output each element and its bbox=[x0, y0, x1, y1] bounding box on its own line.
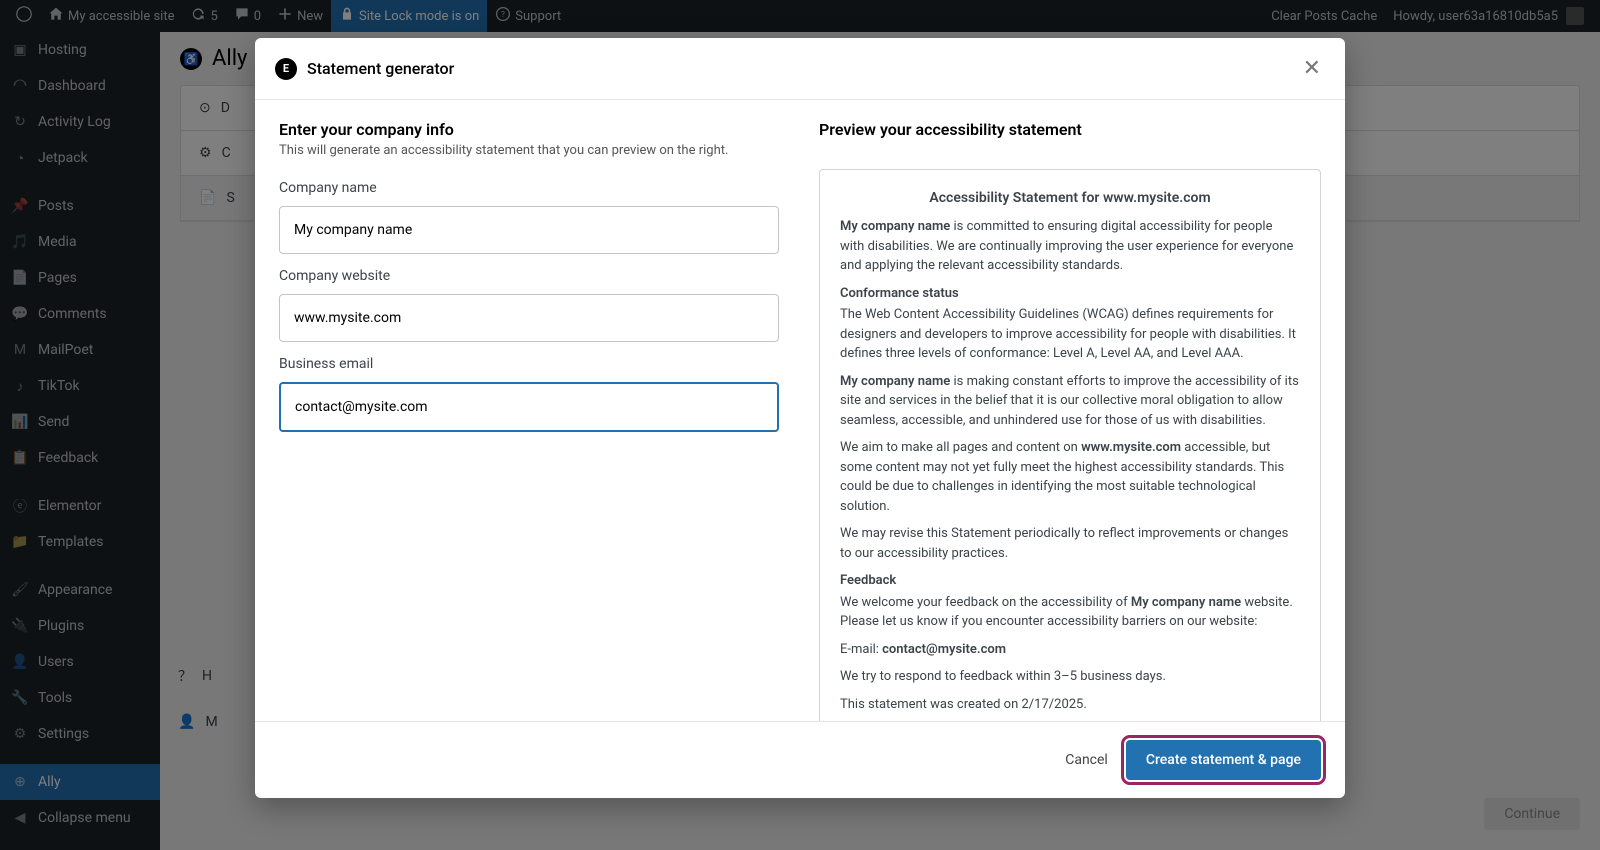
company-name-group: Company name bbox=[279, 180, 779, 254]
feedback-heading: Feedback bbox=[840, 571, 1300, 591]
close-button[interactable]: ✕ bbox=[1299, 52, 1325, 85]
modal-title: Statement generator bbox=[307, 59, 1289, 78]
preview-p4: We aim to make all pages and content on … bbox=[840, 438, 1300, 516]
form-subtitle: This will generate an accessibility stat… bbox=[279, 143, 779, 158]
conformance-heading: Conformance status bbox=[840, 284, 1300, 304]
preview-p7: We try to respond to feedback within 3–5… bbox=[840, 667, 1300, 687]
statement-generator-modal: E Statement generator ✕ Enter your compa… bbox=[255, 38, 1345, 798]
preview-title: Accessibility Statement for www.mysite.c… bbox=[840, 188, 1300, 209]
preview-heading: Preview your accessibility statement bbox=[819, 120, 1321, 139]
form-column: Enter your company info This will genera… bbox=[279, 120, 779, 701]
preview-box: Accessibility Statement for www.mysite.c… bbox=[819, 169, 1321, 721]
preview-column: Preview your accessibility statement Acc… bbox=[819, 120, 1321, 701]
company-website-input[interactable] bbox=[279, 294, 779, 342]
preview-p1: My company name is committed to ensuring… bbox=[840, 217, 1300, 276]
preview-p3: My company name is making constant effor… bbox=[840, 372, 1300, 431]
business-email-label: Business email bbox=[279, 356, 779, 372]
company-website-group: Company website bbox=[279, 268, 779, 342]
business-email-input[interactable] bbox=[279, 382, 779, 432]
preview-p2: The Web Content Accessibility Guidelines… bbox=[840, 305, 1300, 364]
create-statement-button[interactable]: Create statement & page bbox=[1126, 740, 1321, 780]
company-name-label: Company name bbox=[279, 180, 779, 196]
modal-body: Enter your company info This will genera… bbox=[255, 100, 1345, 721]
preview-p5: We may revise this Statement periodicall… bbox=[840, 524, 1300, 563]
elementor-badge-icon: E bbox=[275, 58, 297, 80]
close-icon: ✕ bbox=[1303, 56, 1321, 81]
company-name-input[interactable] bbox=[279, 206, 779, 254]
company-website-label: Company website bbox=[279, 268, 779, 284]
modal-footer: Cancel Create statement & page bbox=[255, 721, 1345, 798]
preview-email: E-mail: contact@mysite.com bbox=[840, 640, 1300, 660]
cancel-button[interactable]: Cancel bbox=[1065, 752, 1108, 768]
modal-overlay: E Statement generator ✕ Enter your compa… bbox=[0, 0, 1600, 850]
preview-p8: This statement was created on 2/17/2025. bbox=[840, 695, 1300, 715]
modal-header: E Statement generator ✕ bbox=[255, 38, 1345, 100]
form-heading: Enter your company info bbox=[279, 120, 779, 139]
preview-p6: We welcome your feedback on the accessib… bbox=[840, 593, 1300, 632]
business-email-group: Business email bbox=[279, 356, 779, 432]
